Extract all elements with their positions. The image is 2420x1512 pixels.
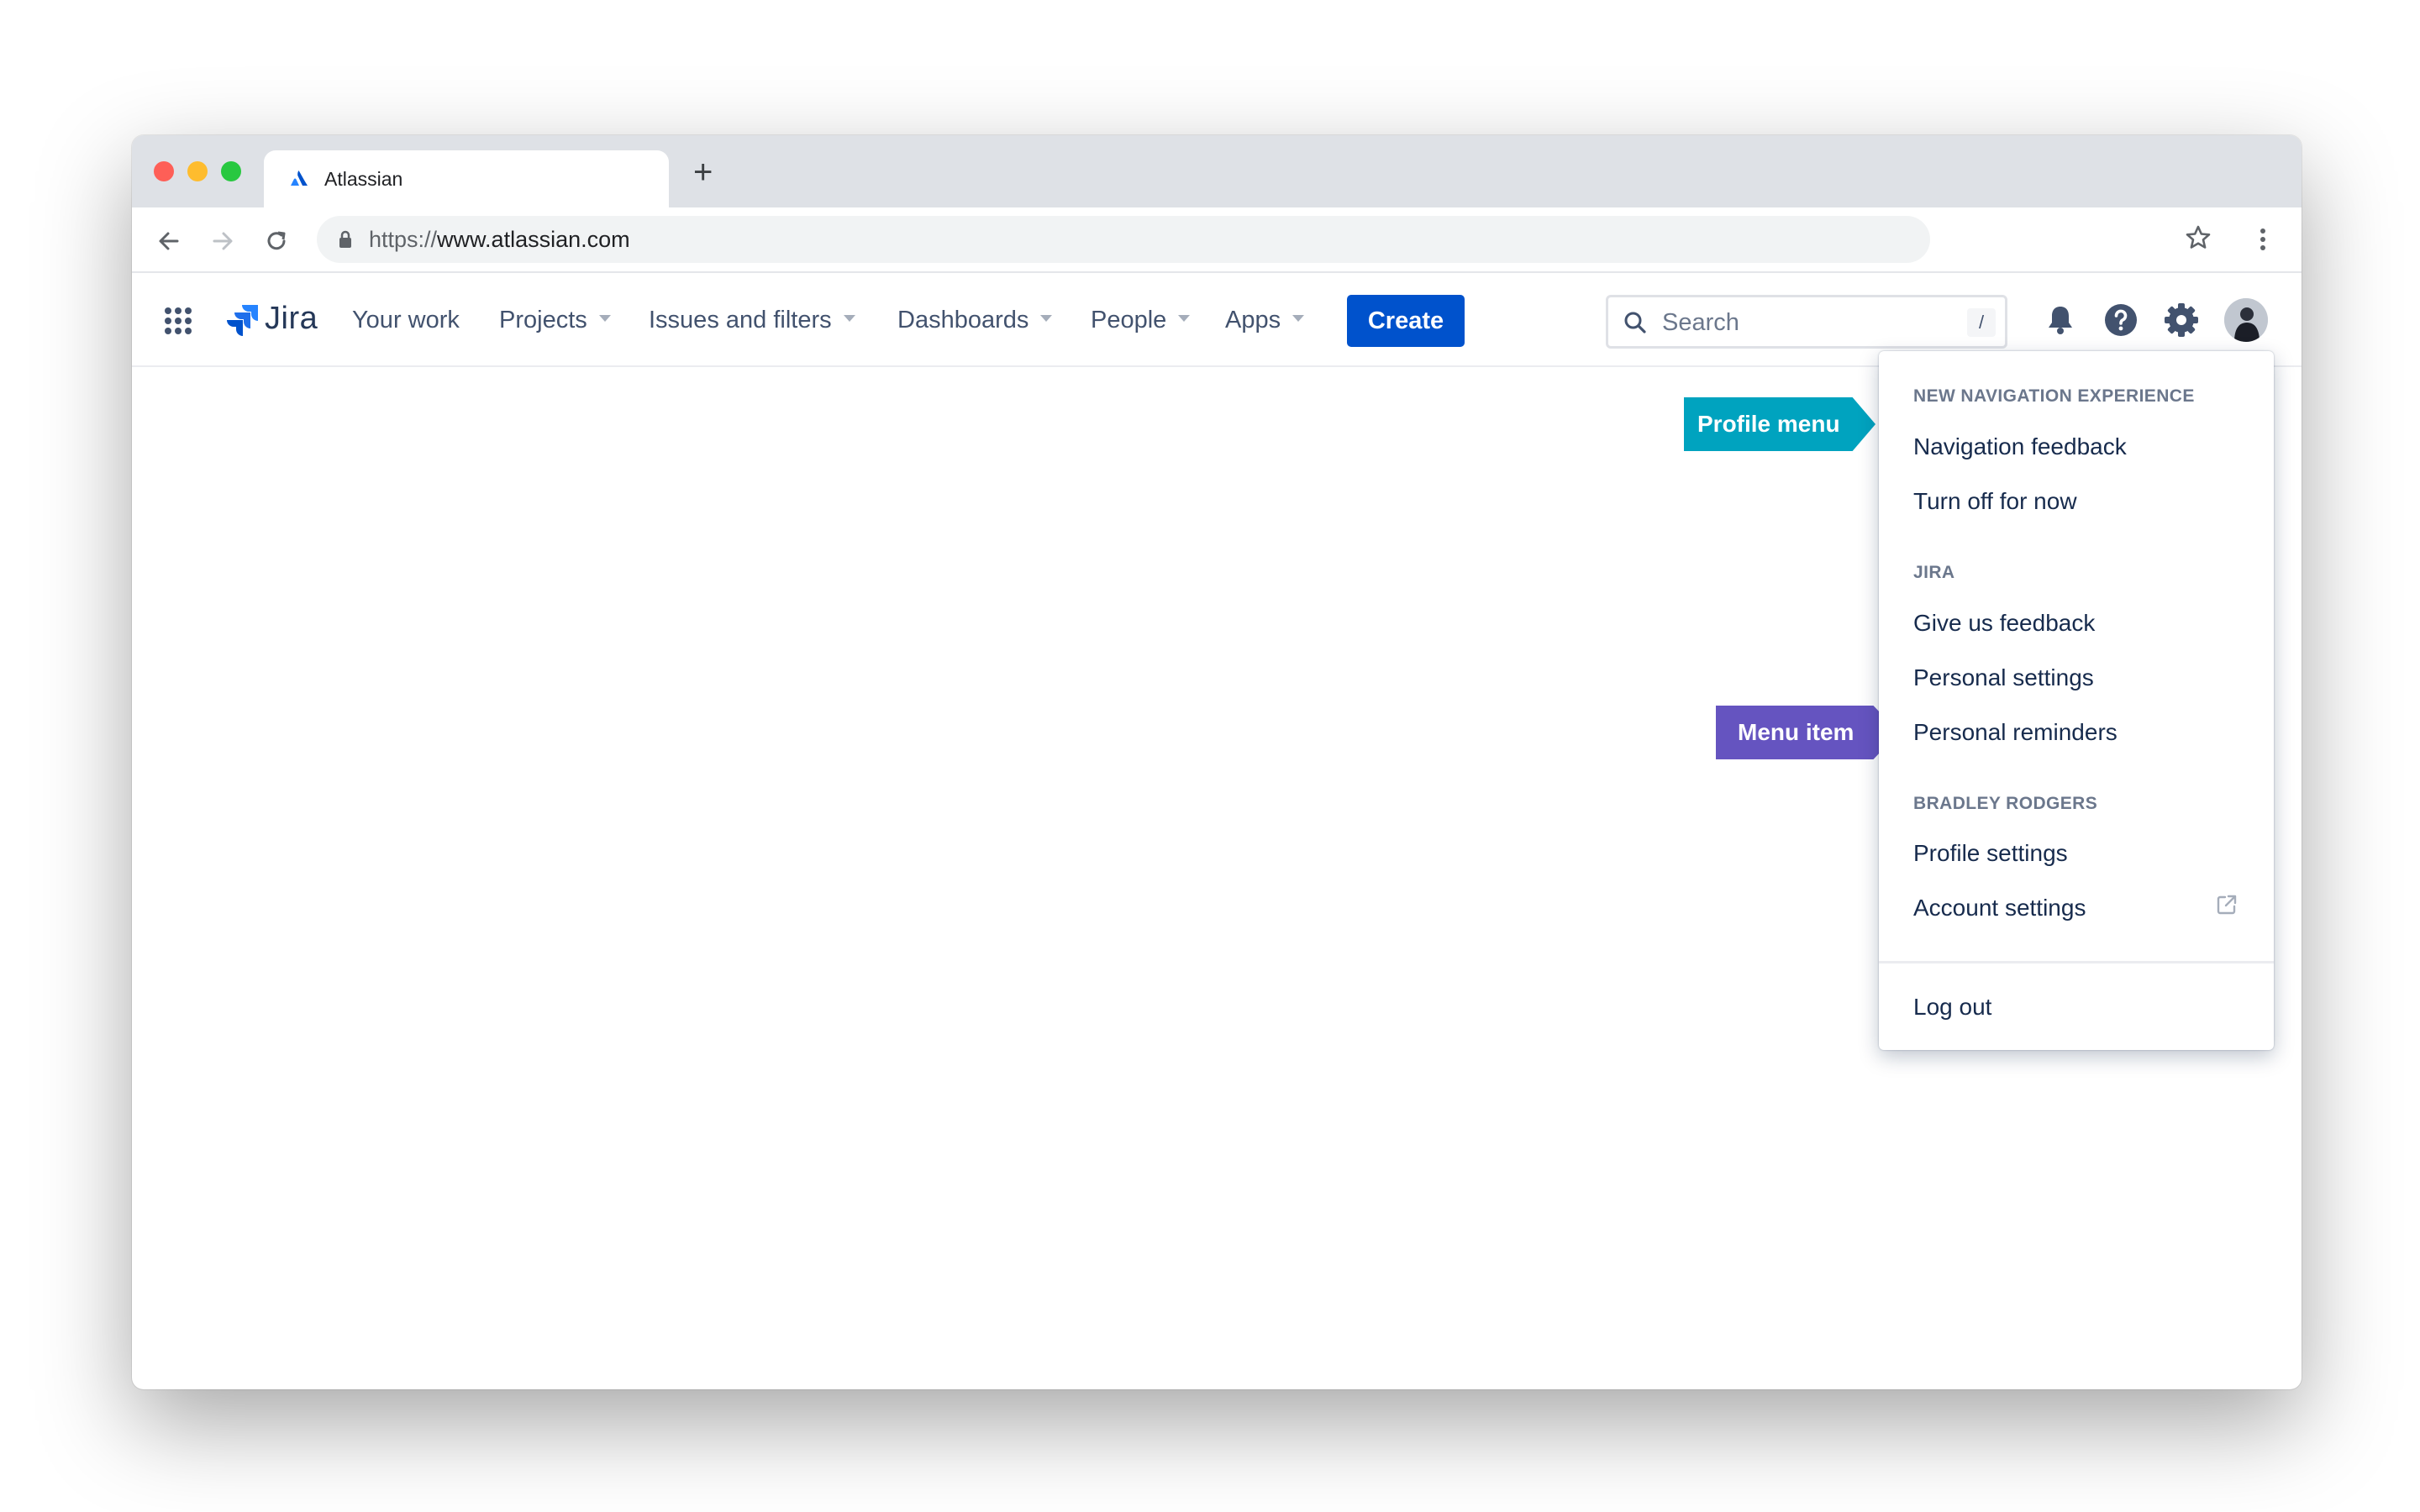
nav-issues-label: Issues and filters [649, 307, 832, 333]
bell-icon[interactable] [2042, 302, 2079, 339]
chevron-down-icon [843, 315, 855, 323]
avatar[interactable] [2224, 298, 2268, 342]
forward-arrow-icon[interactable] [208, 226, 238, 256]
search-placeholder: Search [1662, 309, 1739, 336]
maximize-window-button[interactable] [221, 161, 241, 181]
nav-apps-label: Apps [1225, 307, 1281, 333]
reload-icon[interactable] [261, 226, 292, 256]
nav-projects-label: Projects [499, 307, 587, 333]
menu-item-account-settings[interactable]: Account settings [1913, 895, 2086, 921]
url-host: www.atlassian.com [437, 227, 630, 252]
nav-your-work-label: Your work [352, 307, 460, 333]
menu-item-log-out[interactable]: Log out [1913, 994, 1991, 1021]
menu-item-personal-settings[interactable]: Personal settings [1913, 664, 2094, 691]
address-bar[interactable]: https://www.atlassian.com [317, 216, 1930, 263]
menu-item-callout: Menu item [1716, 706, 1899, 759]
external-link-icon [2217, 895, 2237, 915]
chevron-down-icon [1178, 315, 1191, 323]
help-icon[interactable] [2102, 302, 2139, 339]
profile-menu-callout: Profile menu [1684, 397, 1876, 451]
chevron-down-icon [1292, 315, 1305, 323]
menu-item-personal-reminders[interactable]: Personal reminders [1913, 719, 2118, 746]
search-shortcut-key: / [1967, 308, 1996, 337]
jira-wordmark[interactable]: Jira [265, 301, 318, 337]
nav-issues-and-filters[interactable]: Issues and filters [649, 307, 855, 334]
menu-item-give-feedback[interactable]: Give us feedback [1913, 610, 2095, 637]
nav-dashboards-label: Dashboards [897, 307, 1029, 333]
nav-dashboards[interactable]: Dashboards [897, 307, 1053, 334]
search-input[interactable]: Search / [1606, 295, 2007, 349]
tab-title: Atlassian [324, 168, 403, 190]
menu-divider [1879, 961, 2274, 963]
settings-gear-icon[interactable] [2163, 302, 2200, 339]
browser-window: Atlassian + https://www.atlassian.com Ji… [132, 135, 2302, 1389]
minimize-window-button[interactable] [187, 161, 208, 181]
menu-item-profile-settings[interactable]: Profile settings [1913, 840, 2068, 867]
app-switcher-icon[interactable] [164, 307, 192, 335]
nav-people-label: People [1091, 307, 1167, 333]
profile-menu: NEW NAVIGATION EXPERIENCE Navigation fee… [1879, 351, 2274, 1050]
jira-logo-icon[interactable] [224, 303, 261, 337]
nav-people[interactable]: People [1091, 307, 1191, 334]
browser-tab[interactable]: Atlassian [264, 150, 669, 207]
browser-toolbar: https://www.atlassian.com [132, 207, 2302, 273]
close-window-button[interactable] [154, 161, 174, 181]
browser-menu-icon[interactable] [2248, 224, 2278, 255]
create-button[interactable]: Create [1347, 295, 1465, 347]
menu-heading-new-navigation: NEW NAVIGATION EXPERIENCE [1913, 386, 2195, 406]
menu-heading-user: BRADLEY RODGERS [1913, 794, 2098, 813]
nav-projects[interactable]: Projects [499, 307, 611, 334]
atlassian-logo-icon [291, 171, 308, 186]
menu-item-turn-off[interactable]: Turn off for now [1913, 488, 2077, 515]
tab-strip: Atlassian + [132, 135, 2302, 207]
lock-icon [339, 230, 351, 248]
menu-item-navigation-feedback[interactable]: Navigation feedback [1913, 433, 2127, 460]
search-icon [1624, 312, 1646, 333]
back-arrow-icon[interactable] [154, 226, 184, 256]
chevron-down-icon [598, 315, 611, 323]
user-photo-icon [2224, 298, 2268, 342]
bookmark-star-icon[interactable] [2183, 223, 2213, 253]
url-text: https://www.atlassian.com [369, 227, 630, 253]
chevron-down-icon [1040, 315, 1053, 323]
url-scheme: https:// [369, 227, 438, 252]
menu-heading-jira: JIRA [1913, 563, 1955, 582]
nav-your-work[interactable]: Your work [352, 307, 460, 334]
nav-apps[interactable]: Apps [1225, 307, 1305, 334]
new-tab-button[interactable]: + [693, 155, 713, 189]
